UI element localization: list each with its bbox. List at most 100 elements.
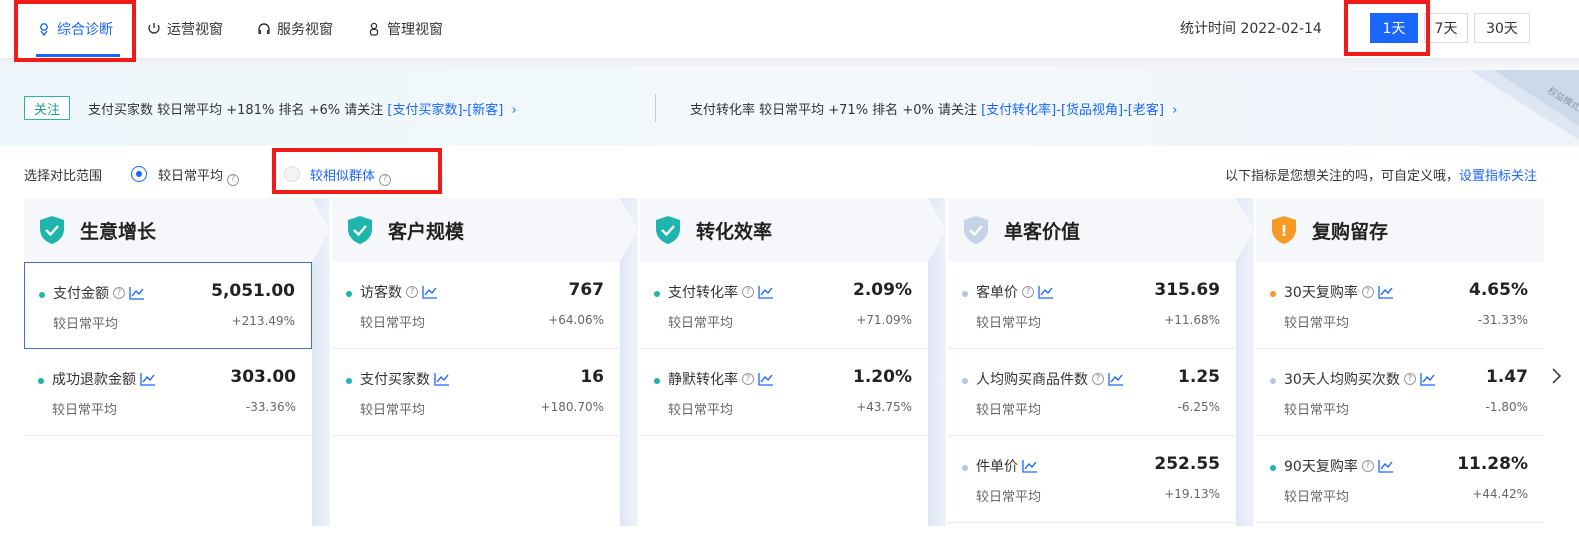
trend-chart-icon[interactable] bbox=[129, 286, 145, 300]
column-separator bbox=[312, 198, 330, 526]
range-30day-button[interactable]: 30天 bbox=[1474, 13, 1530, 43]
help-icon[interactable]: ? bbox=[113, 287, 125, 299]
trend-chart-icon[interactable] bbox=[1038, 285, 1054, 299]
metric-value: 4.65% bbox=[1469, 280, 1528, 300]
chevron-right-icon[interactable] bbox=[1548, 366, 1564, 386]
compare-similar-radio[interactable] bbox=[284, 166, 300, 182]
metric-card[interactable]: 静默转化率? 1.20% 较日常平均 +43.75% bbox=[640, 349, 928, 436]
chevron-right-icon[interactable]: › bbox=[1168, 103, 1177, 118]
tab-manage[interactable]: 管理视窗 bbox=[366, 18, 443, 40]
metric-compare-label: 较日常平均 bbox=[360, 403, 426, 418]
column-header: 客户规模 bbox=[332, 198, 620, 262]
annotation-box-range bbox=[1344, 0, 1430, 56]
status-dot bbox=[1270, 378, 1276, 384]
trend-chart-icon[interactable] bbox=[422, 285, 438, 299]
alert-link-buyers[interactable]: [支付买家数]-[新客] bbox=[387, 103, 503, 118]
metric-name: 静默转化率 bbox=[668, 372, 738, 388]
range-7day-button[interactable]: 7天 bbox=[1424, 13, 1468, 43]
compare-daily-radio[interactable] bbox=[131, 166, 147, 182]
headset-icon bbox=[256, 21, 272, 37]
metric-change: +19.13% bbox=[1164, 487, 1220, 501]
trend-chart-icon[interactable] bbox=[1420, 372, 1436, 386]
metric-column: ! 复购留存 30天复购率? 4.65% 较日常平均 -31.33% 30天人均购买次数? 1… bbox=[1256, 198, 1544, 526]
topbar-shadow bbox=[0, 58, 1579, 70]
metric-card[interactable]: 支付转化率? 2.09% 较日常平均 +71.09% bbox=[640, 262, 928, 349]
metric-value: 252.55 bbox=[1154, 454, 1220, 474]
shield-icon bbox=[40, 216, 64, 244]
metric-card[interactable]: 30天复购率? 4.65% 较日常平均 -31.33% bbox=[1256, 262, 1544, 349]
metric-card[interactable]: 30天人均购买次数? 1.47 较日常平均 -1.80% bbox=[1256, 349, 1544, 436]
metric-column: 单客价值 客单价? 315.69 较日常平均 +11.68% 人均购买商品件数? 1.25 较… bbox=[948, 198, 1236, 526]
alert-link-conversion[interactable]: [支付转化率]-[货品视角]-[老客] bbox=[981, 103, 1164, 118]
metric-compare-label: 较日常平均 bbox=[53, 317, 119, 332]
tab-service[interactable]: 服务视窗 bbox=[256, 18, 333, 40]
help-icon[interactable]: ? bbox=[1403, 373, 1416, 385]
help-icon[interactable]: ? bbox=[1361, 460, 1374, 472]
metric-name-wrap: 静默转化率? bbox=[668, 369, 774, 389]
trend-chart-icon[interactable] bbox=[1108, 372, 1124, 386]
status-dot bbox=[962, 465, 968, 471]
chevron-right-icon[interactable]: › bbox=[508, 103, 517, 118]
manage-icon bbox=[366, 21, 382, 37]
column-separator bbox=[928, 198, 946, 526]
compare-daily-option[interactable]: 较日常平均? bbox=[158, 165, 240, 186]
metric-card[interactable]: 件单价 252.55 较日常平均 +19.13% bbox=[948, 436, 1236, 523]
trend-chart-icon[interactable] bbox=[1378, 285, 1394, 299]
metric-card[interactable]: 访客数? 767 较日常平均 +64.06% bbox=[332, 262, 620, 349]
shield-icon bbox=[348, 216, 372, 244]
metric-change: +11.68% bbox=[1164, 313, 1220, 327]
status-dot bbox=[1270, 291, 1276, 297]
metric-name-wrap: 支付转化率? bbox=[668, 282, 774, 302]
trend-chart-icon[interactable] bbox=[1378, 459, 1394, 473]
metric-column: 生意增长 支付金额? 5,051.00 较日常平均 +213.49% 成功退款金额 303.… bbox=[24, 198, 312, 526]
metric-value: 315.69 bbox=[1154, 280, 1220, 300]
help-icon[interactable]: ? bbox=[406, 286, 418, 298]
metric-name-wrap: 支付买家数 bbox=[360, 369, 450, 389]
metric-name-wrap: 件单价 bbox=[976, 456, 1038, 476]
option-label: 较相似群体 bbox=[310, 169, 376, 184]
metric-compare-label: 较日常平均 bbox=[668, 403, 734, 418]
status-dot bbox=[39, 292, 45, 298]
help-icon[interactable]: ? bbox=[1092, 373, 1104, 385]
alert-divider bbox=[655, 94, 656, 122]
column-title: 转化效率 bbox=[696, 220, 773, 243]
metric-card[interactable]: 成功退款金额 303.00 较日常平均 -33.36% bbox=[24, 349, 312, 436]
column-header: 转化效率 bbox=[640, 198, 928, 262]
status-dot bbox=[1270, 465, 1276, 471]
help-icon[interactable]: ? bbox=[742, 373, 754, 385]
tab-operations[interactable]: 运营视窗 bbox=[146, 18, 223, 40]
metric-value: 5,051.00 bbox=[211, 281, 295, 301]
metric-card[interactable]: 90天复购率? 11.28% 较日常平均 +44.42% bbox=[1256, 436, 1544, 523]
help-icon[interactable]: ? bbox=[1361, 286, 1374, 298]
trend-chart-icon[interactable] bbox=[434, 372, 450, 386]
metric-name: 成功退款金额 bbox=[52, 372, 136, 388]
metric-change: +44.42% bbox=[1472, 487, 1528, 501]
status-dot bbox=[654, 291, 660, 297]
help-icon[interactable]: ? bbox=[1022, 286, 1034, 298]
help-icon[interactable]: ? bbox=[379, 173, 392, 186]
metric-card[interactable]: 支付买家数 16 较日常平均 +180.70% bbox=[332, 349, 620, 436]
metric-name-wrap: 支付金额? bbox=[53, 283, 145, 303]
metric-card[interactable]: 客单价? 315.69 较日常平均 +11.68% bbox=[948, 262, 1236, 349]
trend-chart-icon[interactable] bbox=[758, 372, 774, 386]
metric-compare-label: 较日常平均 bbox=[976, 403, 1042, 418]
metric-card[interactable]: 人均购买商品件数? 1.25 较日常平均 -6.25% bbox=[948, 349, 1236, 436]
metric-change: -6.25% bbox=[1177, 400, 1220, 414]
status-dot bbox=[346, 378, 352, 384]
metric-card[interactable]: 支付金额? 5,051.00 较日常平均 +213.49% bbox=[24, 262, 312, 349]
metric-value: 767 bbox=[568, 280, 605, 300]
trend-chart-icon[interactable] bbox=[1022, 459, 1038, 473]
metric-change: +180.70% bbox=[540, 400, 604, 414]
metric-change: -1.80% bbox=[1485, 400, 1528, 414]
option-label: 较日常平均 bbox=[158, 169, 224, 184]
status-dot bbox=[38, 378, 44, 384]
trend-chart-icon[interactable] bbox=[758, 285, 774, 299]
trend-chart-icon[interactable] bbox=[140, 372, 156, 386]
metric-compare-label: 较日常平均 bbox=[976, 316, 1042, 331]
shield-icon: ! bbox=[1272, 216, 1296, 244]
compare-similar-option[interactable]: 较相似群体? bbox=[310, 165, 392, 186]
help-icon[interactable]: ? bbox=[227, 173, 240, 186]
stat-time: 统计时间 2022-02-14 bbox=[1180, 21, 1322, 37]
help-icon[interactable]: ? bbox=[742, 286, 754, 298]
set-metric-focus-link[interactable]: 设置指标关注 bbox=[1459, 169, 1537, 184]
